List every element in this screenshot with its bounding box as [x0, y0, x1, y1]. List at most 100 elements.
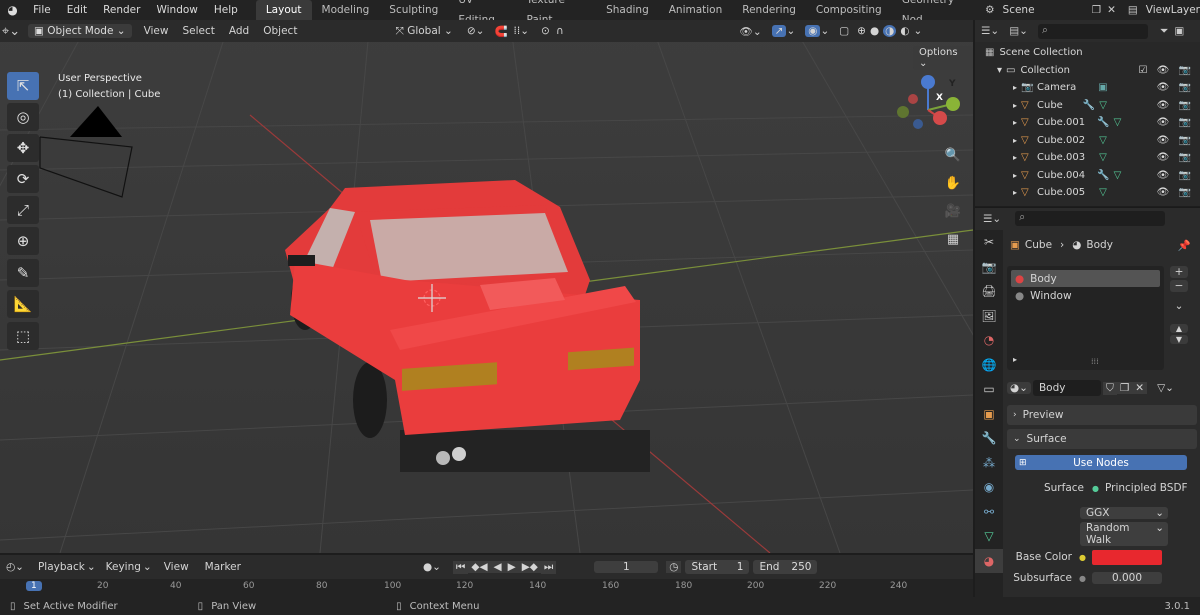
visibility-icons[interactable]: 👁 📷 — [1157, 82, 1194, 93]
timeline-menu-marker[interactable]: Marker — [205, 561, 241, 573]
3d-viewport[interactable]: Z Y X User Perspective (1) Collection | … — [0, 20, 973, 553]
panel-preview-header[interactable]: › Preview — [1007, 405, 1197, 425]
slot-move-down-icon[interactable]: ▼ — [1170, 335, 1188, 344]
expand-arrow-icon[interactable]: ▸ — [1013, 153, 1017, 162]
prev-keyframe-icon[interactable]: ◆◀ — [468, 561, 491, 573]
scene-selector[interactable]: Scene — [1003, 4, 1090, 16]
expand-arrow-icon[interactable]: ▸ — [1013, 188, 1017, 197]
outliner-funnel-icon[interactable]: ⏷ — [1160, 25, 1168, 38]
object-tab-icon[interactable]: ▣ — [975, 402, 1003, 427]
visibility-icons[interactable]: 👁 📷 — [1157, 135, 1194, 146]
visibility-icons[interactable]: 👁 📷 — [1157, 187, 1194, 198]
solid-shading-icon[interactable]: ● — [870, 25, 879, 37]
expand-arrow-icon[interactable]: ▸ — [1013, 101, 1017, 110]
menu-window[interactable]: Window — [148, 0, 205, 20]
select-tool-icon[interactable]: ⇱ — [7, 72, 39, 100]
tab-rendering[interactable]: Rendering — [732, 0, 806, 20]
outliner-scene-collection[interactable]: ▦ Scene Collection — [985, 44, 1200, 62]
data-tab-icon[interactable]: ▽ — [975, 524, 1003, 549]
move-tool-icon[interactable]: ✥ — [7, 134, 39, 162]
slot-move-up-icon[interactable]: ▲ — [1170, 324, 1188, 333]
camera-view-icon[interactable]: 🎥 — [942, 201, 964, 221]
output-tab-icon[interactable]: 🖨 — [975, 279, 1003, 304]
menu-render[interactable]: Render — [95, 0, 148, 20]
gizmo-toggle-icon[interactable]: ↗ — [771, 25, 787, 37]
list-expand-icon[interactable]: ▸ — [1013, 355, 1017, 364]
outliner-item-camera[interactable]: ▸ 📷 Camera ▣ 👁 📷 — [985, 79, 1200, 97]
vp-menu-view[interactable]: View — [144, 25, 169, 37]
timeline-menu-keying[interactable]: Keying — [106, 561, 141, 573]
rotate-tool-icon[interactable]: ⟳ — [7, 165, 39, 193]
timeline-ruler[interactable]: 1 20 40 60 80 100 120 140 160 180 200 22… — [0, 579, 973, 597]
measure-tool-icon[interactable]: 📐 — [7, 290, 39, 318]
visibility-icons[interactable]: 👁 📷 — [1157, 170, 1194, 181]
physics-tab-icon[interactable]: ◉ — [975, 475, 1003, 500]
material-slot-body[interactable]: ● Body — [1011, 270, 1160, 287]
expand-arrow-icon[interactable]: ▸ — [1013, 171, 1017, 180]
pin-icon[interactable]: 📌 — [1178, 239, 1191, 252]
add-cube-tool-icon[interactable]: ⬚ — [7, 322, 39, 350]
render-tab-icon[interactable]: 📷 — [975, 255, 1003, 280]
properties-editor-icon[interactable]: ☰⌄ — [983, 213, 1001, 225]
blender-logo-icon[interactable]: ◕ — [0, 3, 25, 17]
menu-file[interactable]: File — [25, 0, 59, 20]
outliner-item-cube-004[interactable]: ▸ ▽ Cube.004 🔧 ▽ 👁 📷 — [985, 167, 1200, 185]
jump-end-icon[interactable]: ⏭ — [540, 560, 557, 574]
next-keyframe-icon[interactable]: ▶◆ — [518, 561, 541, 573]
shading-options-icon[interactable]: ⌄ — [914, 25, 923, 37]
overlay-toggle-icon[interactable]: ◉ — [805, 25, 821, 37]
view-layer-icon[interactable]: ▤ — [1128, 4, 1138, 16]
unlink-material-icon[interactable]: ✕ — [1132, 382, 1148, 394]
particles-tab-icon[interactable]: ⁂ — [975, 451, 1003, 476]
editor-type-icon[interactable]: ⌖⌄ — [0, 21, 22, 41]
tab-compositing[interactable]: Compositing — [806, 0, 892, 20]
jump-start-icon[interactable]: ⏮ — [452, 560, 469, 574]
tab-modeling[interactable]: Modeling — [312, 0, 380, 20]
collapse-arrow-icon[interactable]: ▾ — [997, 65, 1002, 76]
xray-icon[interactable]: ▢ — [839, 25, 849, 37]
visibility-icons[interactable]: 👁 📷 — [1157, 100, 1194, 111]
vp-menu-select[interactable]: Select — [182, 25, 214, 37]
slot-add-icon[interactable]: + — [1170, 266, 1188, 278]
distribution-dropdown[interactable]: GGX ⌄ — [1080, 507, 1168, 519]
snap-icon[interactable]: 🧲 — [494, 25, 507, 38]
surface-shader-selector[interactable]: Principled BSDF — [1105, 482, 1188, 494]
fake-user-icon[interactable]: ⛉ — [1102, 381, 1117, 395]
transform-orientation[interactable]: ⤧ Global ⌄ — [395, 25, 452, 38]
collection-tab-icon[interactable]: ▭ — [975, 377, 1003, 402]
menu-edit[interactable]: Edit — [59, 0, 95, 20]
timeline-menu-playback[interactable]: Playback — [38, 561, 85, 573]
material-browse-icon[interactable]: ◕⌄ — [1007, 382, 1031, 394]
proportional-edit-icon[interactable]: ⊙ — [541, 25, 550, 37]
menu-help[interactable]: Help — [206, 0, 246, 20]
transform-tool-icon[interactable]: ⊕ — [7, 227, 39, 255]
outliner-item-cube-003[interactable]: ▸ ▽ Cube.003 ▽ 👁 📷 — [985, 149, 1200, 167]
material-slot-list[interactable]: ● Body ● Window ▸ ⁞⁞⁞ — [1007, 266, 1164, 370]
list-resize-handle[interactable]: ⁞⁞⁞ — [1091, 357, 1099, 366]
falloff-icon[interactable]: ∩ — [556, 25, 564, 37]
mode-selector[interactable]: ▣ Object Mode ⌄ — [28, 24, 132, 38]
properties-search-input[interactable]: ⌕ — [1015, 211, 1166, 226]
constraints-tab-icon[interactable]: ⚯ — [975, 500, 1003, 525]
scene-icon[interactable]: ⚙ — [985, 4, 994, 16]
current-frame-field[interactable]: 1 — [594, 561, 659, 573]
outliner-item-cube-001[interactable]: ▸ ▽ Cube.001 🔧 ▽ 👁 📷 — [985, 114, 1200, 132]
vp-menu-add[interactable]: Add — [229, 25, 249, 37]
snap-options-icon[interactable]: ⁞⁞⌄ — [514, 25, 529, 37]
outliner-item-cube[interactable]: ▸ ▽ Cube 🔧 ▽ 👁 📷 — [985, 97, 1200, 115]
outliner-collection[interactable]: ▾ ▭ Collection ☑ 👁 📷 — [985, 62, 1200, 80]
material-name-field[interactable]: Body — [1032, 380, 1101, 396]
view-layer-tab-icon[interactable]: 🖼 — [975, 304, 1003, 329]
playhead-marker[interactable]: 1 — [26, 581, 42, 591]
scene-close-icon[interactable]: ✕ — [1107, 4, 1116, 16]
expand-arrow-icon[interactable]: ▸ — [1013, 136, 1017, 145]
vp-menu-object[interactable]: Object — [263, 25, 297, 37]
visibility-icons[interactable]: 👁 📷 — [1157, 152, 1194, 163]
material-slot-window[interactable]: ● Window — [1011, 287, 1160, 304]
modifier-tab-icon[interactable]: 🔧 — [975, 426, 1003, 451]
duplicate-material-icon[interactable]: ❐ — [1116, 382, 1133, 394]
annotate-tool-icon[interactable]: ✎ — [7, 259, 39, 287]
pivot-icon[interactable]: ⊘⌄ — [467, 25, 485, 37]
outliner-editor-icon[interactable]: ☰⌄ — [981, 25, 999, 37]
tab-shading[interactable]: Shading — [596, 0, 659, 20]
